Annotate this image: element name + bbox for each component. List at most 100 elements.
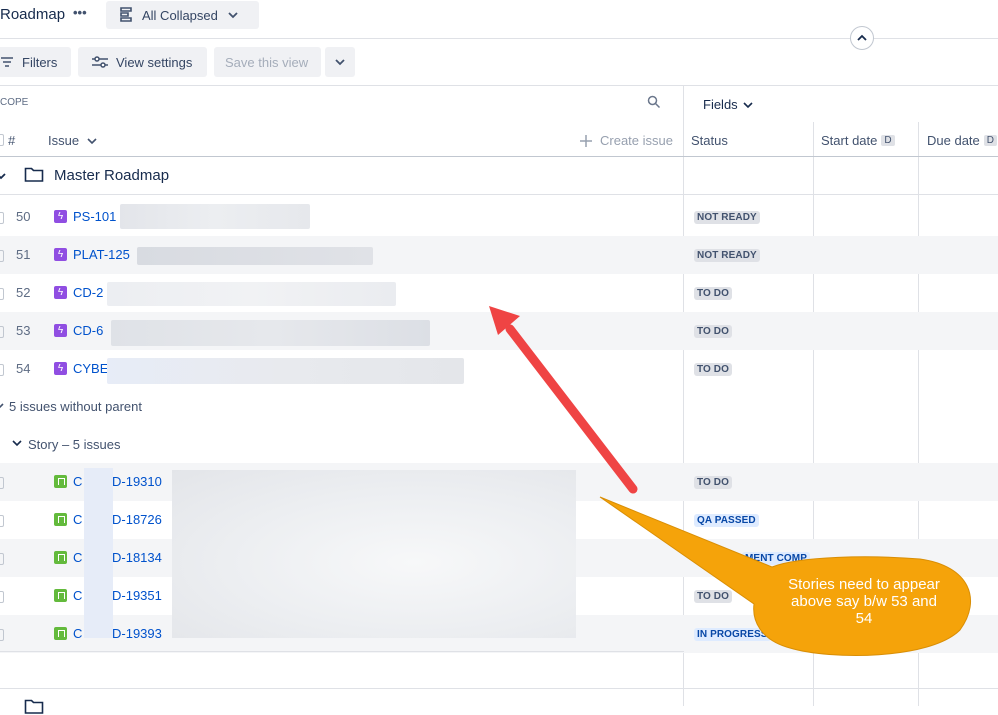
chevron-down-icon <box>743 101 753 108</box>
epic-icon: ϟ <box>54 362 67 375</box>
page-title: Roadmap <box>0 6 66 23</box>
issue-key-link[interactable]: CD-6 <box>73 323 103 338</box>
row-number: 52 <box>16 285 31 300</box>
row-checkbox[interactable] <box>0 553 4 565</box>
settings-sliders-icon <box>92 56 108 68</box>
save-view-dropdown[interactable] <box>325 47 355 77</box>
epic-icon: ϟ <box>54 286 67 299</box>
chevron-down-icon <box>228 12 238 19</box>
table-row-status-cell <box>684 539 998 577</box>
plus-icon <box>580 134 592 147</box>
column-due-date[interactable]: Due date D <box>927 133 997 148</box>
issue-key-prefix[interactable]: C <box>73 626 82 641</box>
row-checkbox[interactable] <box>0 515 4 527</box>
scope-label: COPE <box>0 97 29 108</box>
row-checkbox[interactable] <box>0 288 4 300</box>
issue-key-link[interactable]: D-19393 <box>112 626 162 641</box>
fields-label: Fields <box>703 97 738 112</box>
issue-key-link[interactable]: CYBEF <box>73 361 108 376</box>
redacted-summary <box>111 320 430 346</box>
status-badge: NOT READY <box>694 211 760 224</box>
save-view-label: Save this view <box>225 54 309 70</box>
issue-key-link[interactable]: D-19351 <box>112 588 162 603</box>
select-all-checkbox[interactable] <box>0 134 4 146</box>
view-selector-button[interactable]: All Collapsed <box>106 1 259 29</box>
row-checkbox[interactable] <box>0 591 4 603</box>
status-badge: QA PASSED <box>694 514 759 527</box>
without-parent-group[interactable]: 5 issues without parent <box>9 399 142 414</box>
column-num: # <box>8 133 16 148</box>
issue-key-link[interactable]: D-18134 <box>112 550 162 565</box>
redacted-summary <box>137 247 373 265</box>
view-selector-label: All Collapsed <box>142 7 218 23</box>
column-start-date-label: Start date <box>821 133 878 148</box>
collapse-header-button[interactable] <box>850 26 874 50</box>
issue-key-link[interactable]: PLAT-125 <box>73 247 130 262</box>
story-group[interactable]: Story – 5 issues <box>28 437 121 452</box>
redacted-summary <box>120 204 310 229</box>
folder-icon <box>24 699 44 714</box>
story-icon <box>54 627 67 640</box>
redacted-summary <box>107 282 396 306</box>
redacted-key-block <box>84 468 113 638</box>
row-checkbox[interactable] <box>0 326 4 338</box>
chevron-down-icon[interactable] <box>12 439 22 447</box>
view-settings-label: View settings <box>116 54 193 70</box>
search-icon[interactable] <box>647 95 661 109</box>
folder-icon <box>24 167 44 182</box>
status-badge: TO DO <box>694 363 732 376</box>
roadmap-view-icon <box>120 7 132 22</box>
column-start-date[interactable]: Start date D <box>821 133 895 148</box>
create-issue-button[interactable]: Create issue <box>580 133 673 148</box>
row-number: 51 <box>16 247 31 262</box>
save-view-button[interactable]: Save this view <box>214 47 321 77</box>
status-badge: IN PROGRESS <box>694 628 771 641</box>
issue-key-link[interactable]: D-18726 <box>112 512 162 527</box>
issue-key-link[interactable]: PS-101 <box>73 209 116 224</box>
story-icon <box>54 513 67 526</box>
column-status: Status <box>691 133 728 148</box>
row-checkbox[interactable] <box>0 212 4 224</box>
filters-button[interactable]: Filters <box>0 47 71 77</box>
status-badge: MENT COMP <box>742 552 811 565</box>
callout-text: Stories need to appear above say b/w 53 … <box>788 576 940 627</box>
chevron-down-icon <box>335 59 345 66</box>
status-badge: TO DO <box>694 590 732 603</box>
group-title[interactable]: Master Roadmap <box>54 167 169 184</box>
issue-key-prefix[interactable]: C <box>73 474 82 489</box>
issue-key-prefix[interactable]: C <box>73 588 82 603</box>
chevron-up-icon <box>857 34 867 41</box>
issue-key-link[interactable]: CD-2 <box>73 285 103 300</box>
chevron-down-icon[interactable] <box>0 172 6 180</box>
date-badge: D <box>983 135 997 146</box>
story-icon <box>54 551 67 564</box>
row-number: 54 <box>16 361 31 376</box>
issue-key-link[interactable]: D-19310 <box>112 474 162 489</box>
story-icon <box>54 475 67 488</box>
status-badge: TO DO <box>694 287 732 300</box>
column-issue[interactable]: Issue <box>48 133 97 148</box>
fields-dropdown[interactable]: Fields <box>703 97 753 112</box>
row-checkbox[interactable] <box>0 364 4 376</box>
issue-key-prefix[interactable]: C <box>73 550 82 565</box>
view-settings-button[interactable]: View settings <box>78 47 207 77</box>
row-checkbox[interactable] <box>0 629 4 641</box>
chevron-down-icon <box>87 137 97 144</box>
status-badge: TO DO <box>694 476 732 489</box>
more-actions-button[interactable]: ••• <box>73 5 87 20</box>
filters-label: Filters <box>22 54 58 70</box>
status-badge: NOT READY <box>694 249 760 262</box>
issue-key-prefix[interactable]: C <box>73 512 82 527</box>
row-checkbox[interactable] <box>0 477 4 489</box>
date-badge: D <box>881 135 895 146</box>
story-icon <box>54 589 67 602</box>
create-issue-label: Create issue <box>600 133 673 148</box>
row-number: 50 <box>16 209 31 224</box>
row-checkbox[interactable] <box>0 250 4 262</box>
column-issue-label: Issue <box>48 133 80 148</box>
redacted-summary-block <box>172 470 576 638</box>
chevron-down-icon[interactable] <box>0 402 4 410</box>
epic-icon: ϟ <box>54 248 67 261</box>
filter-icon <box>1 57 13 67</box>
column-due-date-label: Due date <box>927 133 980 148</box>
